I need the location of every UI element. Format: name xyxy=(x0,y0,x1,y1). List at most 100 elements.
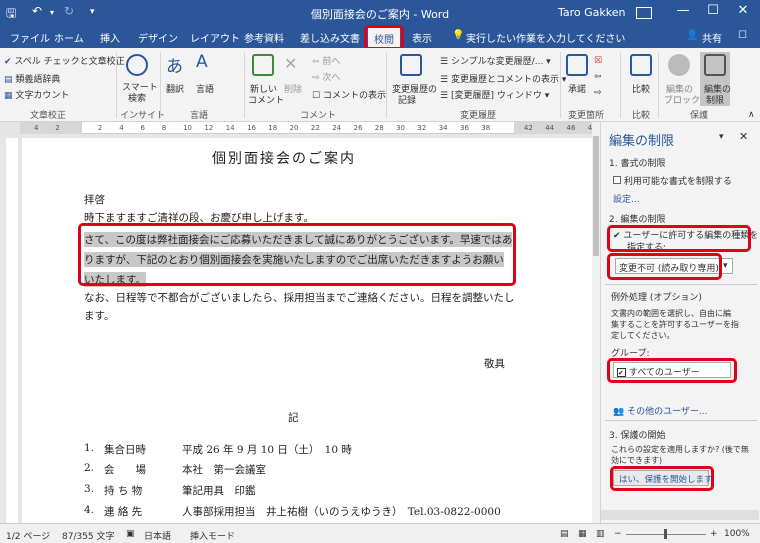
next-comment-button[interactable]: ⇨ 次へ xyxy=(312,70,340,83)
accept-button[interactable]: 承諾 xyxy=(568,82,586,95)
show-markup-button[interactable]: ☰ 変更履歴とコメントの表示 ▾ xyxy=(440,72,566,85)
minimize-icon[interactable]: — xyxy=(668,3,698,23)
show-comments-icon: ☐ xyxy=(312,91,321,101)
ruler-number: 20 xyxy=(289,124,299,132)
ruler-number: 24 xyxy=(332,124,342,132)
previous-change-icon[interactable]: ⇦ xyxy=(594,72,602,82)
ruler-number: 2 xyxy=(97,124,103,132)
delete-comment-icon: ✕ xyxy=(284,54,298,73)
ruler-number: 46 xyxy=(566,124,576,132)
section-2-heading: 2. 編集の制限 xyxy=(609,215,666,225)
accept-icon xyxy=(566,54,588,76)
status-bar: 1/2 ページ 87/355 文字 ▣ 日本語 挿入モード ▤ ▦ ▥ − + … xyxy=(0,523,760,543)
restrict-editing-label2: 制限 xyxy=(706,96,725,106)
item-4-num: 4. xyxy=(84,504,95,516)
item-2-num: 2. xyxy=(84,462,95,474)
word-count[interactable]: 87/355 文字 xyxy=(62,529,115,542)
tab-insert[interactable]: 挿入 xyxy=(100,30,120,45)
web-layout-icon[interactable]: ▥ xyxy=(596,529,605,539)
previous-comment-icon: ⇦ xyxy=(312,57,320,67)
ruler-number: 38 xyxy=(481,124,491,132)
item-3-label: 持 ち 物 xyxy=(104,485,143,497)
vertical-scrollbar[interactable] xyxy=(592,122,600,523)
ruler-number: 42 xyxy=(523,124,533,132)
read-mode-icon[interactable]: ▤ xyxy=(560,529,569,539)
document-page[interactable]: 個別面接会のご案内 拝啓 時下ますますご清祥の段、お慶び申し上げます。 さて、こ… xyxy=(22,138,592,523)
more-users-link[interactable]: 👥 その他のユーザー... xyxy=(613,404,708,417)
ruler-left-margin xyxy=(20,122,82,134)
format-settings-link[interactable]: 設定... xyxy=(613,192,640,205)
next-change-icon[interactable]: ⇨ xyxy=(594,88,602,98)
tab-file[interactable]: ファイル xyxy=(10,30,50,45)
zoom-slider-thumb[interactable] xyxy=(664,529,667,539)
tab-design[interactable]: デザイン xyxy=(138,30,178,45)
print-layout-icon[interactable]: ▦ xyxy=(578,529,587,539)
doc-paragraph-2a: なお、日程等で不都合がございましたら、採用担当までご連絡ください。日程を調整いた… xyxy=(84,292,515,304)
reject-icon[interactable]: ☒ xyxy=(594,56,602,66)
ruler-number: 6 xyxy=(140,124,145,132)
group-insights: インサイト xyxy=(120,111,166,121)
compare-button[interactable]: 比較 xyxy=(632,82,650,95)
scroll-thumb[interactable] xyxy=(593,136,599,256)
ribbon-display-options-icon[interactable] xyxy=(636,7,652,19)
delete-comment-button[interactable]: 削除 xyxy=(284,82,302,95)
comment-bubble-icon[interactable]: ☐ xyxy=(738,30,747,41)
tab-home[interactable]: ホーム xyxy=(54,30,84,45)
smart-lookup-label2: 検索 xyxy=(128,94,147,104)
previous-comment-button[interactable]: ⇦ 前へ xyxy=(312,54,340,67)
thesaurus-button[interactable]: ▤ 類義語辞典 xyxy=(4,72,60,85)
proofing-icon[interactable]: ▣ xyxy=(126,529,135,539)
review-tab-highlight xyxy=(364,25,404,50)
tab-layout[interactable]: レイアウト xyxy=(190,30,240,45)
group-language: 言語 xyxy=(190,111,209,121)
selected-text-highlight xyxy=(78,223,516,286)
page-count[interactable]: 1/2 ページ xyxy=(6,529,50,542)
select-highlight xyxy=(607,253,722,280)
exceptions-desc-2: 集することを許可するユーザーを指 xyxy=(611,320,739,329)
zoom-level[interactable]: 100% xyxy=(724,529,750,539)
pane-hscrollbar[interactable] xyxy=(601,510,759,520)
group-changes: 変更箇所 xyxy=(568,111,605,121)
pane-title: 編集の制限 xyxy=(609,134,675,149)
display-for-review-select[interactable]: ☰ シンプルな変更履歴/... ▾ xyxy=(440,54,551,67)
doc-keigu: 敬具 xyxy=(484,358,505,370)
collapse-ribbon-icon[interactable]: ∧ xyxy=(748,110,755,120)
reviewing-pane-button[interactable]: ☰ [変更履歴] ウィンドウ ▾ xyxy=(440,88,549,101)
maximize-icon[interactable]: ☐ xyxy=(698,3,728,23)
language-button[interactable]: 言語 xyxy=(196,82,214,95)
ruler-number: 18 xyxy=(268,124,278,132)
user-name[interactable]: Taro Gakken xyxy=(558,6,626,19)
ruler-number: 4 xyxy=(34,124,39,132)
spell-check-button[interactable]: ✔ スペル チェックと文章校正 xyxy=(4,54,125,67)
ruler-number: 26 xyxy=(353,124,363,132)
zoom-out-icon[interactable]: − xyxy=(614,529,622,539)
ruler-number: 8 xyxy=(161,124,167,132)
group-compare: 比較 xyxy=(632,111,651,121)
ruler-number: 12 xyxy=(204,124,214,132)
item-3-value: 筆記用具 印鑑 xyxy=(182,485,256,497)
format-restrict-checkbox[interactable]: 利用可能な書式を制限する xyxy=(613,174,732,187)
pane-options-icon[interactable]: ▾ xyxy=(719,132,724,142)
language-status[interactable]: 日本語 xyxy=(144,529,171,542)
show-markup-icon: ☰ xyxy=(440,75,449,85)
close-icon[interactable]: ✕ xyxy=(728,3,758,23)
share-button[interactable]: 共有 xyxy=(702,30,722,45)
tab-mailings[interactable]: 差し込み文書 xyxy=(300,30,360,45)
zoom-in-icon[interactable]: + xyxy=(710,529,718,539)
word-count-button[interactable]: ▦ 文字カウント xyxy=(4,88,69,101)
new-comment-label2: コメント xyxy=(248,96,285,106)
tab-view[interactable]: 表示 xyxy=(412,30,432,45)
track-changes-label2: 記録 xyxy=(398,96,417,106)
tab-references[interactable]: 参考資料 xyxy=(244,30,284,45)
vertical-ruler[interactable] xyxy=(6,138,18,523)
ruler-number: 32 xyxy=(417,124,427,132)
pane-close-icon[interactable]: ✕ xyxy=(739,130,748,143)
translate-button[interactable]: 翻訳 xyxy=(166,82,184,95)
tell-me-box[interactable]: 実行したい作業を入力してください xyxy=(466,30,625,45)
horizontal-ruler[interactable]: 4 2 2 4 6 8 10 12 14 16 18 20 22 24 26 28 30 32 34 36 38 42 44… xyxy=(20,122,597,134)
users-icon: 👥 xyxy=(613,407,625,417)
insert-mode[interactable]: 挿入モード xyxy=(190,529,235,542)
show-comments-button[interactable]: ☐ コメントの表示 xyxy=(312,88,386,101)
item-4-value: 人事部採用担当 井上祐樹（いのうえゆうき） Tel.03-0822-0000 xyxy=(182,506,501,518)
select-chevron-down-icon[interactable]: ▾ xyxy=(723,261,728,271)
